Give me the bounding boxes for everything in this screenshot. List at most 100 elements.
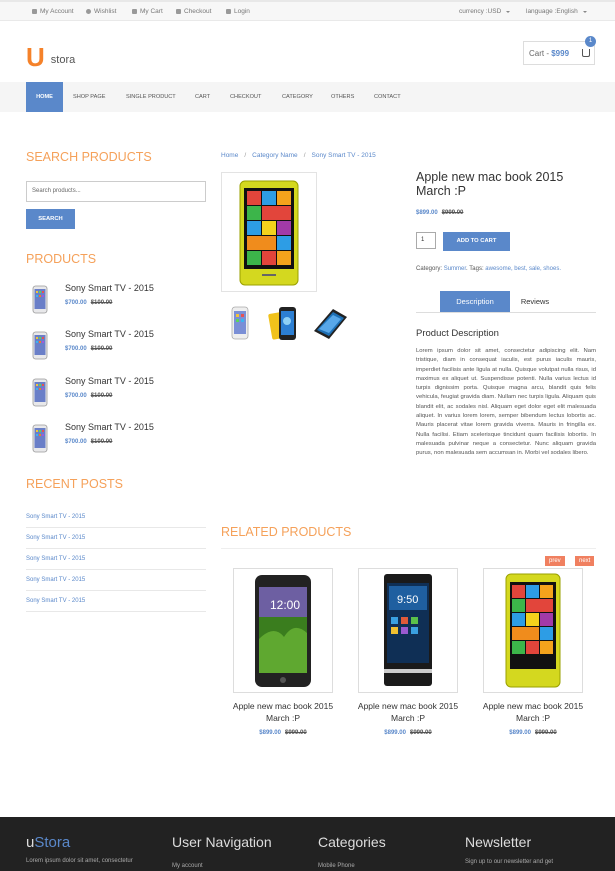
login-icon: [226, 9, 231, 14]
recent-post-link[interactable]: Sony Smart TV - 2015: [26, 507, 206, 528]
related-products-heading: RELATED PRODUCTS: [221, 525, 352, 539]
shopping-cart-icon: [582, 49, 590, 57]
sidebar-product[interactable]: Sony Smart TV - 2015 $700.00 $100.00: [26, 422, 206, 466]
product-price: $700.00 $100.00: [65, 439, 113, 445]
user-icon: [32, 9, 37, 14]
recent-post-link[interactable]: Sony Smart TV - 2015: [26, 549, 206, 570]
main-product-image[interactable]: [221, 172, 317, 292]
category-link[interactable]: Summer: [444, 266, 466, 272]
product-thumbnail-iphone[interactable]: [221, 305, 259, 341]
nav-shop-page[interactable]: SHOP PAGE: [73, 82, 105, 112]
my-account-link[interactable]: My Account: [32, 8, 74, 15]
product-name[interactable]: Sony Smart TV - 2015: [65, 376, 154, 386]
description-heading: Product Description: [416, 328, 499, 339]
product-price: $700.00 $100.00: [65, 393, 113, 399]
phone-thumbnail: [32, 331, 48, 360]
related-product-price: $899.00 $999.00: [509, 730, 557, 736]
language-dropdown[interactable]: language :English: [526, 8, 587, 15]
product-thumbnail-galaxy[interactable]: [265, 305, 303, 341]
breadcrumb-separator: /: [244, 152, 247, 159]
search-input[interactable]: Search products...: [26, 181, 206, 202]
nav-home[interactable]: HOME: [26, 82, 63, 112]
login-link[interactable]: Login: [226, 8, 250, 15]
top-bar: My Account Wishlist My Cart Checkout Log…: [0, 0, 615, 21]
divider: [221, 548, 596, 549]
product-name[interactable]: Sony Smart TV - 2015: [65, 283, 154, 293]
related-product-name[interactable]: Apple new mac book 2015 March :P: [471, 700, 595, 724]
add-to-cart-button[interactable]: ADD TO CART: [443, 232, 510, 251]
nav-category[interactable]: CATEGORY: [282, 82, 313, 112]
breadcrumb-product[interactable]: Sony Smart TV - 2015: [312, 152, 376, 159]
heart-icon: [86, 9, 91, 14]
product-price: $700.00 $100.00: [65, 346, 113, 352]
cart-icon: [132, 9, 137, 14]
main-nav: HOME SHOP PAGE SINGLE PRODUCT CART CHECK…: [0, 82, 615, 112]
tags-links[interactable]: awesome, best, sale, shoes.: [485, 266, 561, 272]
product-thumbnail-laptop[interactable]: [311, 305, 349, 341]
tab-reviews[interactable]: Reviews: [510, 291, 560, 312]
recent-posts-heading: RECENT POSTS: [26, 477, 124, 491]
related-product-image[interactable]: 12:00: [233, 568, 333, 693]
old-price: $999.00: [441, 210, 464, 216]
product-price: $899.00 $999.00: [416, 210, 464, 216]
site-logo[interactable]: U stora: [26, 42, 76, 72]
checkout-link[interactable]: Checkout: [176, 8, 211, 15]
sidebar-product[interactable]: Sony Smart TV - 2015 $700.00 $100.00: [26, 283, 206, 327]
lg-phone-image: 12:00: [255, 575, 311, 687]
footer-newsletter-heading: Newsletter: [465, 834, 532, 850]
search-products-heading: SEARCH PRODUCTS: [26, 150, 152, 164]
footer: uStora Lorem ipsum dolor sit amet, conse…: [0, 817, 615, 871]
my-cart-link[interactable]: My Cart: [132, 8, 163, 15]
product-name[interactable]: Sony Smart TV - 2015: [65, 329, 154, 339]
sidebar-product[interactable]: Sony Smart TV - 2015 $700.00 $100.00: [26, 376, 206, 420]
tab-description[interactable]: Description: [440, 291, 510, 312]
breadcrumb-category[interactable]: Category Name: [252, 152, 298, 159]
lumia-phone-image: [505, 573, 561, 688]
footer-nav-link[interactable]: My account: [172, 863, 203, 869]
next-button[interactable]: next: [575, 556, 595, 566]
product-price: $700.00 $100.00: [65, 300, 113, 306]
footer-brand: uStora: [26, 834, 71, 851]
footer-nav-heading: User Navigation: [172, 834, 272, 850]
svg-text:12:00: 12:00: [270, 598, 300, 612]
related-product-image[interactable]: [483, 568, 583, 693]
logo-text: stora: [50, 54, 76, 66]
recent-post-link[interactable]: Sony Smart TV - 2015: [26, 591, 206, 612]
phone-thumbnail: [32, 285, 48, 314]
logo-mark: U: [26, 42, 45, 72]
phone-thumbnail: [32, 378, 48, 407]
nav-single-product[interactable]: SINGLE PRODUCT: [126, 82, 176, 112]
breadcrumb: Home / Category Name / Sony Smart TV - 201…: [221, 152, 376, 159]
currency-dropdown[interactable]: currency :USD: [459, 8, 510, 15]
nav-cart[interactable]: CART: [195, 82, 210, 112]
related-product-name[interactable]: Apple new mac book 2015 March :P: [346, 700, 470, 724]
quantity-input[interactable]: 1: [416, 232, 436, 249]
nav-others[interactable]: OTHERS: [331, 82, 354, 112]
samsung-phone-image: [268, 307, 296, 340]
product-meta: Category: Summer. Tags: awesome, best, s…: [416, 266, 561, 272]
search-button[interactable]: SEARCH: [26, 209, 75, 229]
recent-post-link[interactable]: Sony Smart TV - 2015: [26, 570, 206, 591]
products-heading: PRODUCTS: [26, 252, 97, 266]
phone-thumbnail: [32, 424, 48, 453]
cart-amount: $999: [551, 49, 570, 58]
related-product-image[interactable]: 9:50: [358, 568, 458, 693]
wishlist-link[interactable]: Wishlist: [86, 8, 116, 15]
breadcrumb-separator: /: [303, 152, 306, 159]
prev-button[interactable]: prev: [545, 556, 565, 566]
related-product-price: $899.00 $999.00: [384, 730, 432, 736]
nav-checkout[interactable]: CHECKOUT: [230, 82, 261, 112]
iphone-image: [231, 306, 249, 340]
product-name[interactable]: Sony Smart TV - 2015: [65, 422, 154, 432]
recent-post-link[interactable]: Sony Smart TV - 2015: [26, 528, 206, 549]
cart-count-badge: 1: [585, 36, 596, 47]
footer-category-link[interactable]: Mobile Phone: [318, 863, 355, 869]
header-cart-button[interactable]: Cart - $999 1: [523, 36, 596, 65]
nav-contact[interactable]: CONTACT: [374, 82, 401, 112]
product-tabs: Description Reviews: [416, 291, 596, 313]
breadcrumb-home[interactable]: Home: [221, 152, 238, 159]
product-title: Apple new mac book 2015 March :P: [416, 170, 564, 198]
related-product-name[interactable]: Apple new mac book 2015 March :P: [221, 700, 345, 724]
sidebar-product[interactable]: Sony Smart TV - 2015 $700.00 $100.00: [26, 329, 206, 373]
description-text: Lorem ipsum dolor sit amet, consectetur …: [416, 348, 596, 457]
